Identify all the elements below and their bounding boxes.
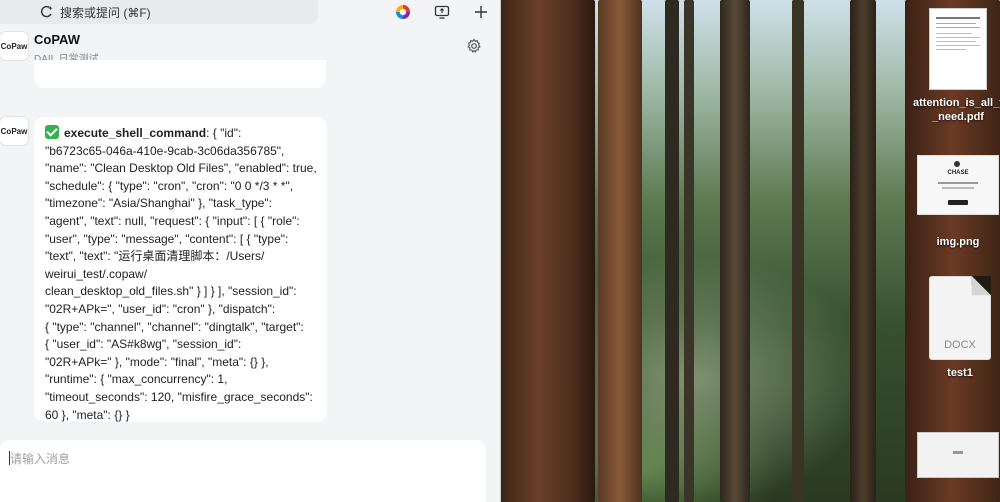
message-line: "agent", "text": null, "request": { "inp… [45,213,300,228]
bot-avatar: CoPaw [0,117,28,145]
chat-window: 搜索或提问 (⌘F) CoPaw CoPAW DAIL 日常测试 CoPaw [0,0,501,502]
desktop-file-docx[interactable]: DOCX test1 [915,276,1000,380]
file-label: test1 [947,367,973,379]
tool-name: execute_shell_command [64,126,207,140]
message-line: "b6723c65-046a-410e-9cab-3c06da356785", [45,143,285,158]
desktop-file-image[interactable]: CHASE img.png [913,155,1000,249]
message-line: "02R+APk=" }, "mode": "final", "meta": {… [45,354,269,369]
window-toolbar [383,0,500,24]
tree-trunk [850,0,876,502]
message-line: clean_desktop_old_files.sh" } ] } ], "se… [45,284,297,299]
message-line: "schedule": { "type": "cron", "cron": "0… [45,178,294,193]
search-assist-icon [40,5,53,18]
docx-document-icon: DOCX [929,276,991,360]
app-avatar: CoPaw [0,32,28,60]
screen-share-icon[interactable] [434,4,450,20]
message-line: { "type": "channel", "channel": "dingtal… [45,319,304,334]
tree-trunk [720,0,750,502]
color-wheel-icon[interactable] [395,4,411,20]
thumb-title: CHASE [947,170,969,176]
message-line: "runtime": { "max_concurrency": 1, [45,372,228,387]
desktop-file-image-2[interactable] [913,432,1000,478]
search-bar[interactable]: 搜索或提问 (⌘F) [0,0,318,24]
desktop-file-pdf[interactable]: attention_is_all_y _need.pdf [913,8,1000,124]
message-line: "user", "type": "message", "content": [ … [45,231,289,246]
check-icon [45,125,59,139]
tool-result-message: execute_shell_command: { "id": "b6723c65… [34,117,327,422]
gear-icon[interactable] [466,38,482,54]
tree-trunk [665,0,679,502]
image-thumbnail-icon: CHASE [917,155,999,215]
input-placeholder: 请输入消息 [10,452,71,466]
message-line: "text", "text": "运行桌面清理脚本：/Users/ [45,249,265,264]
message-line: "timezone": "Asia/Shanghai" }, "task_typ… [45,196,273,211]
tree-trunk [684,0,694,502]
message-line: { "user_id": "AS#k8wg", "session_id": [45,337,242,352]
message-line: weirui_test/.copaw/ [45,266,148,281]
message-line: "name": "Clean Desktop Old Files", "enab… [45,161,317,176]
app-name: CoPAW [34,32,80,47]
message-line: 60 }, "meta": {} } [45,407,130,422]
message-input[interactable]: 请输入消息 [0,440,486,502]
tree-trunk [500,0,595,502]
message-line: "timeout_seconds": 120, "misfire_grace_s… [45,389,313,404]
message-line: "02R+APk=", "user_id": "cron" }, "dispat… [45,301,276,316]
image-thumbnail-icon [917,432,999,478]
tree-trunk [598,0,642,502]
search-label: 搜索或提问 (⌘F) [60,5,151,20]
docx-badge: DOCX [944,339,976,351]
file-label: img.png [936,236,980,248]
file-label: attention_is_all_y _need.pdf [913,97,1000,123]
plus-icon[interactable] [473,4,489,20]
previous-message-bubble [34,60,326,88]
pdf-document-icon [929,8,987,90]
message-line: : { "id": [206,126,242,140]
tree-trunk [792,0,804,502]
